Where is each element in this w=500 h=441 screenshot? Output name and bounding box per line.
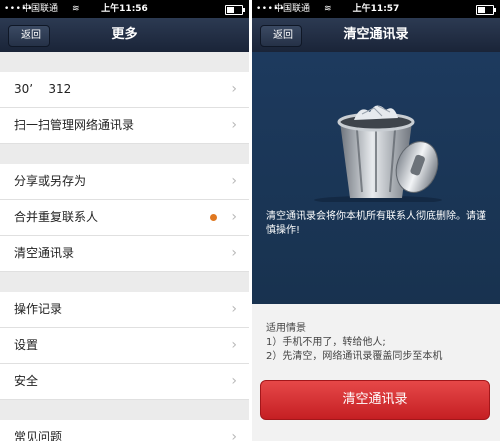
share-label: 分享或另存为 (14, 174, 87, 188)
account-label: 30ʼ 312 (14, 82, 72, 96)
faq-label: 常见问题 (14, 430, 63, 441)
list-item-clear-contacts[interactable]: 清空通讯录 › (0, 236, 249, 272)
status-time: 上午11:57 (352, 4, 400, 14)
list-item-settings[interactable]: 设置 › (0, 328, 249, 364)
status-bar: ••••• 中国联通 ≋ 上午11:57 (252, 0, 500, 18)
chevron-right-icon: › (231, 337, 237, 353)
info-line-1: 1）手机不用了，转给他人; (266, 337, 386, 348)
battery-icon (476, 5, 496, 15)
list-item-operation-log[interactable]: 操作记录 › (0, 292, 249, 328)
clear-label: 清空通讯录 (14, 246, 75, 260)
warning-text: 清空通讯录会将你本机所有联系人彻底删除。请谨慎操作! (266, 211, 486, 236)
chevron-right-icon: › (231, 301, 237, 317)
list-item-security[interactable]: 安全 › (0, 364, 249, 400)
merge-label: 合并重复联系人 (14, 210, 99, 224)
page-title: 更多 (111, 27, 138, 42)
info-line-2: 2）先清空，网络通讯录覆盖同步至本机 (266, 351, 443, 362)
chevron-right-icon: › (231, 81, 237, 97)
more-screen: ••••• 中国联通 ≋ 上午11:56 返回 更多 30ʼ 312 › 扫一扫… (0, 0, 249, 441)
chevron-right-icon: › (231, 209, 237, 225)
list-item-share[interactable]: 分享或另存为 › (0, 164, 249, 200)
list-item-scan-manage[interactable]: 扫一扫管理网络通讯录 › (0, 108, 249, 144)
warning-panel: 清空通讯录会将你本机所有联系人彻底删除。请谨慎操作! (252, 52, 500, 304)
scan-label: 扫一扫管理网络通讯录 (14, 118, 135, 132)
list-item-merge-duplicates[interactable]: 合并重复联系人 › (0, 200, 249, 236)
status-time: 上午11:56 (101, 4, 148, 14)
more-list: 30ʼ 312 › 扫一扫管理网络通讯录 › 分享或另存为 › 合并重复联系人 … (0, 52, 249, 441)
nav-bar: 返回 更多 (0, 18, 249, 52)
battery-icon (225, 5, 245, 15)
usage-info: 适用情景 1）手机不用了，转给他人; 2）先清空，网络通讯录覆盖同步至本机 (266, 322, 492, 364)
chevron-right-icon: › (231, 117, 237, 133)
trash-can-icon (314, 105, 442, 202)
chevron-right-icon: › (231, 173, 237, 189)
chevron-right-icon: › (231, 373, 237, 389)
status-bar: ••••• 中国联通 ≋ 上午11:56 (0, 0, 249, 18)
list-item-account[interactable]: 30ʼ 312 › (0, 72, 249, 108)
oplog-label: 操作记录 (14, 302, 63, 316)
list-item-faq[interactable]: 常见问题 › (0, 420, 249, 441)
nav-bar: 返回 清空通讯录 (252, 18, 500, 52)
new-badge-dot (210, 214, 217, 221)
security-label: 安全 (14, 374, 39, 388)
clear-contacts-button[interactable]: 清空通讯录 (260, 380, 490, 420)
chevron-right-icon: › (231, 429, 237, 441)
page-title: 清空通讯录 (343, 27, 409, 42)
settings-label: 设置 (14, 338, 39, 352)
clear-contacts-screen: ••••• 中国联通 ≋ 上午11:57 返回 清空通讯录 清空通讯录会将你本机… (252, 0, 500, 441)
info-heading: 适用情景 (266, 323, 306, 334)
chevron-right-icon: › (231, 245, 237, 261)
